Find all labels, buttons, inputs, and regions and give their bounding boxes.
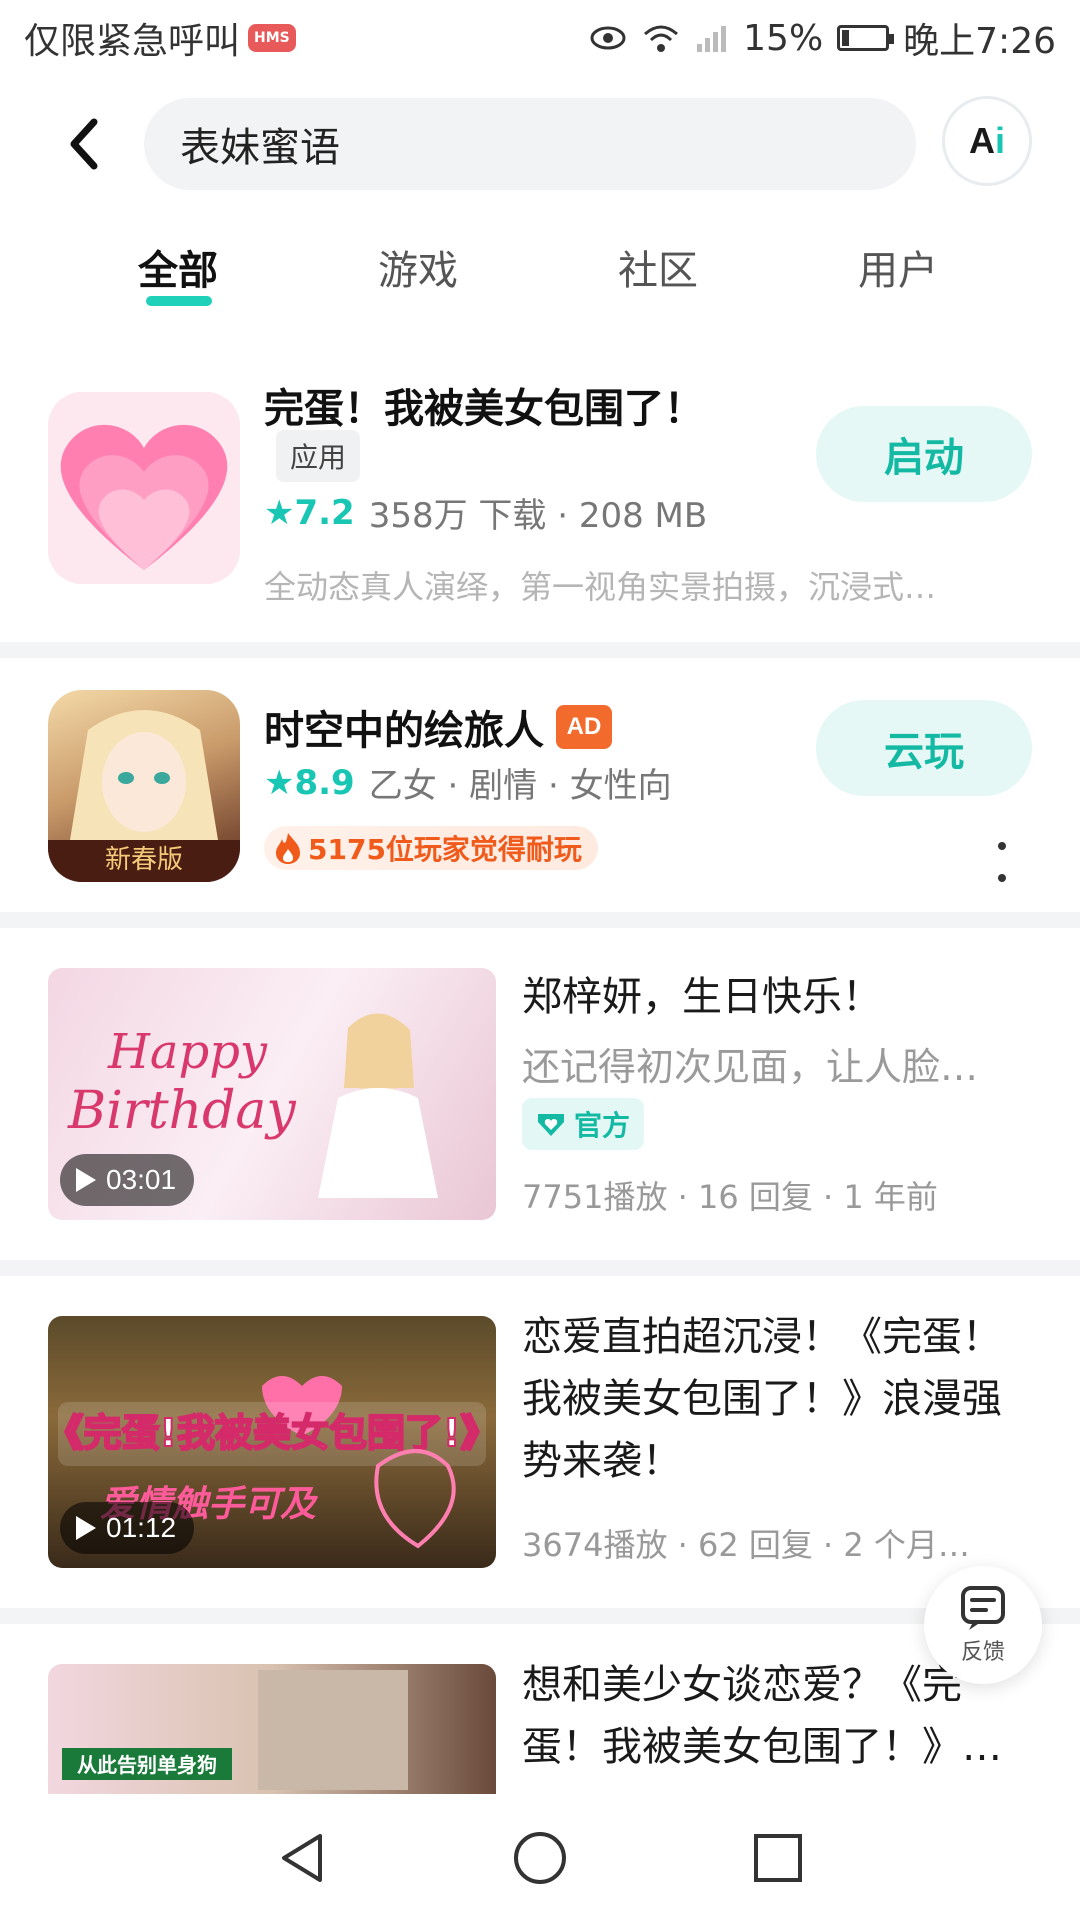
section-divider	[0, 912, 1080, 928]
back-arrow-icon	[70, 118, 98, 170]
video-thumbnail[interactable]: 从此告别单身狗	[48, 1664, 496, 1794]
cloud-play-button[interactable]: 云玩	[816, 700, 1032, 796]
collage-thumbnail-image: 从此告别单身狗	[62, 1670, 408, 1790]
ai-assistant-button[interactable]: Ai	[942, 96, 1032, 186]
section-divider	[0, 642, 1080, 658]
game-title-row: 时空中的绘旅人 AD	[264, 698, 612, 756]
section-divider	[0, 1260, 1080, 1276]
nav-recent-icon[interactable]	[750, 1830, 806, 1886]
tab-community[interactable]: 社区	[618, 238, 698, 296]
video-post-card[interactable]: 从此告别单身狗 想和美少女谈恋爱？《完蛋！我被美女包围了！》…	[0, 1624, 1080, 1794]
nav-back-icon[interactable]	[274, 1830, 330, 1886]
fire-icon	[276, 833, 300, 864]
app-type-tag: 应用	[276, 430, 361, 482]
feedback-label: 反馈	[960, 1640, 1005, 1665]
app-icon-heart	[48, 392, 240, 584]
more-options-icon[interactable]	[996, 842, 1008, 882]
tab-users[interactable]: 用户	[858, 238, 938, 296]
feedback-button[interactable]: 反馈	[924, 1566, 1042, 1684]
search-input[interactable]: 表妹蜜语	[144, 98, 916, 190]
genre-text: 乙女 · 剧情 · 女性向	[368, 766, 672, 806]
video-thumbnail[interactable]: Happy Birthday 03:01	[48, 968, 496, 1220]
video-excerpt: 还记得初次见面，让人脸…	[522, 1045, 979, 1089]
heart-icon	[48, 392, 240, 584]
play-icon	[76, 1168, 96, 1192]
active-tab-indicator	[146, 296, 212, 306]
feedback-icon	[961, 1586, 1005, 1630]
tab-all[interactable]: 全部	[138, 238, 218, 296]
video-duration: 03:01	[60, 1154, 195, 1206]
app-result-card[interactable]: 完蛋！我被美女包围了！ 应用 ★7.2 358万 下载 · 208 MB 全动态…	[0, 370, 1080, 642]
video-post-card[interactable]: Happy Birthday 03:01 郑梓妍，生日快乐！ 还记得初次见面，让…	[0, 928, 1080, 1260]
app-title[interactable]: 完蛋！我被美女包围了！	[264, 376, 704, 434]
rating: ★7.2	[264, 492, 355, 533]
official-text: 官方	[574, 1109, 631, 1142]
video-title[interactable]: 恋爱直拍超沉浸！《完蛋！我被美女包围了！》浪漫强势来袭！	[522, 1306, 1032, 1492]
video-post-card[interactable]: 《完蛋!我被美女包围了!》 爱情触手可及 01:12 恋爱直拍超沉浸！《完蛋！我…	[0, 1276, 1080, 1608]
svg-text:新春版: 新春版	[105, 845, 183, 875]
rating: ★8.9	[264, 762, 355, 803]
hms-badge: HMS	[248, 24, 296, 52]
tab-games[interactable]: 游戏	[378, 238, 458, 296]
app-meta: ★7.2 358万 下载 · 208 MB	[264, 488, 707, 537]
clock-text: 晚上7:26	[903, 21, 1056, 62]
popularity-text: 5175位玩家觉得耐玩	[308, 833, 582, 866]
eye-icon	[590, 26, 626, 50]
ai-letter-a: A	[968, 120, 995, 161]
download-size-text: 358万 下载 · 208 MB	[368, 496, 708, 536]
nav-home-icon[interactable]	[512, 1830, 568, 1886]
official-badge: 官方	[522, 1098, 645, 1150]
video-thumbnail[interactable]: 《完蛋!我被美女包围了!》 爱情触手可及 01:12	[48, 1316, 496, 1568]
status-left: 仅限紧急呼叫 HMS	[24, 12, 296, 64]
video-stats: 3674播放 · 62 回复 · 2 个月…	[522, 1526, 970, 1564]
game-icon: 新春版	[48, 690, 240, 882]
battery-icon	[837, 25, 895, 51]
battery-percent: 15%	[743, 17, 824, 59]
ai-letter-i: i	[994, 120, 1005, 161]
status-bar: 仅限紧急呼叫 HMS 15% 晚上7:26	[0, 0, 1080, 76]
wifi-icon	[644, 25, 679, 52]
heart-shield-icon	[538, 1114, 564, 1136]
signal-icon	[697, 26, 727, 52]
svg-text:Happy: Happy	[107, 1024, 268, 1080]
svg-text:《完蛋!我被美女包围了!》: 《完蛋!我被美女包围了!》	[48, 1411, 496, 1455]
duration-text: 01:12	[106, 1512, 177, 1543]
svg-text:从此告别单身狗: 从此告别单身狗	[77, 1753, 217, 1777]
rating-value: 8.9	[294, 762, 355, 803]
ad-badge: AD	[556, 705, 612, 749]
search-header: 表妹蜜语 Ai	[0, 92, 1080, 196]
system-nav-bar	[0, 1794, 1080, 1920]
game-meta: ★8.9 乙女 · 剧情 · 女性向	[264, 758, 672, 807]
popularity-pill: 5175位玩家觉得耐玩	[264, 826, 598, 870]
launch-button[interactable]: 启动	[816, 406, 1032, 502]
battery-level	[842, 30, 850, 46]
game-title[interactable]: 时空中的绘旅人	[264, 698, 544, 756]
app-description: 全动态真人演绎，第一视角实景拍摄，沉浸式…	[264, 568, 937, 606]
rating-value: 7.2	[294, 492, 355, 533]
status-right: 15% 晚上7:26	[589, 12, 1056, 64]
video-title[interactable]: 郑梓妍，生日快乐！	[522, 966, 1032, 1028]
video-duration: 01:12	[60, 1502, 195, 1554]
play-icon	[76, 1516, 96, 1540]
carrier-text: 仅限紧急呼叫	[24, 21, 241, 62]
ad-result-card[interactable]: 新春版 时空中的绘旅人 AD ★8.9 乙女 · 剧情 · 女性向 5175位玩…	[0, 658, 1080, 912]
result-tabs: 全部 游戏 社区 用户	[0, 238, 1080, 318]
svg-text:Birthday: Birthday	[67, 1081, 296, 1141]
anime-character-image: 新春版	[48, 710, 240, 882]
section-divider	[0, 1608, 1080, 1624]
duration-text: 03:01	[106, 1164, 177, 1195]
back-button[interactable]	[58, 118, 110, 170]
video-stats: 7751播放 · 16 回复 · 1 年前	[522, 1178, 938, 1216]
search-query-text: 表妹蜜语	[180, 125, 340, 171]
